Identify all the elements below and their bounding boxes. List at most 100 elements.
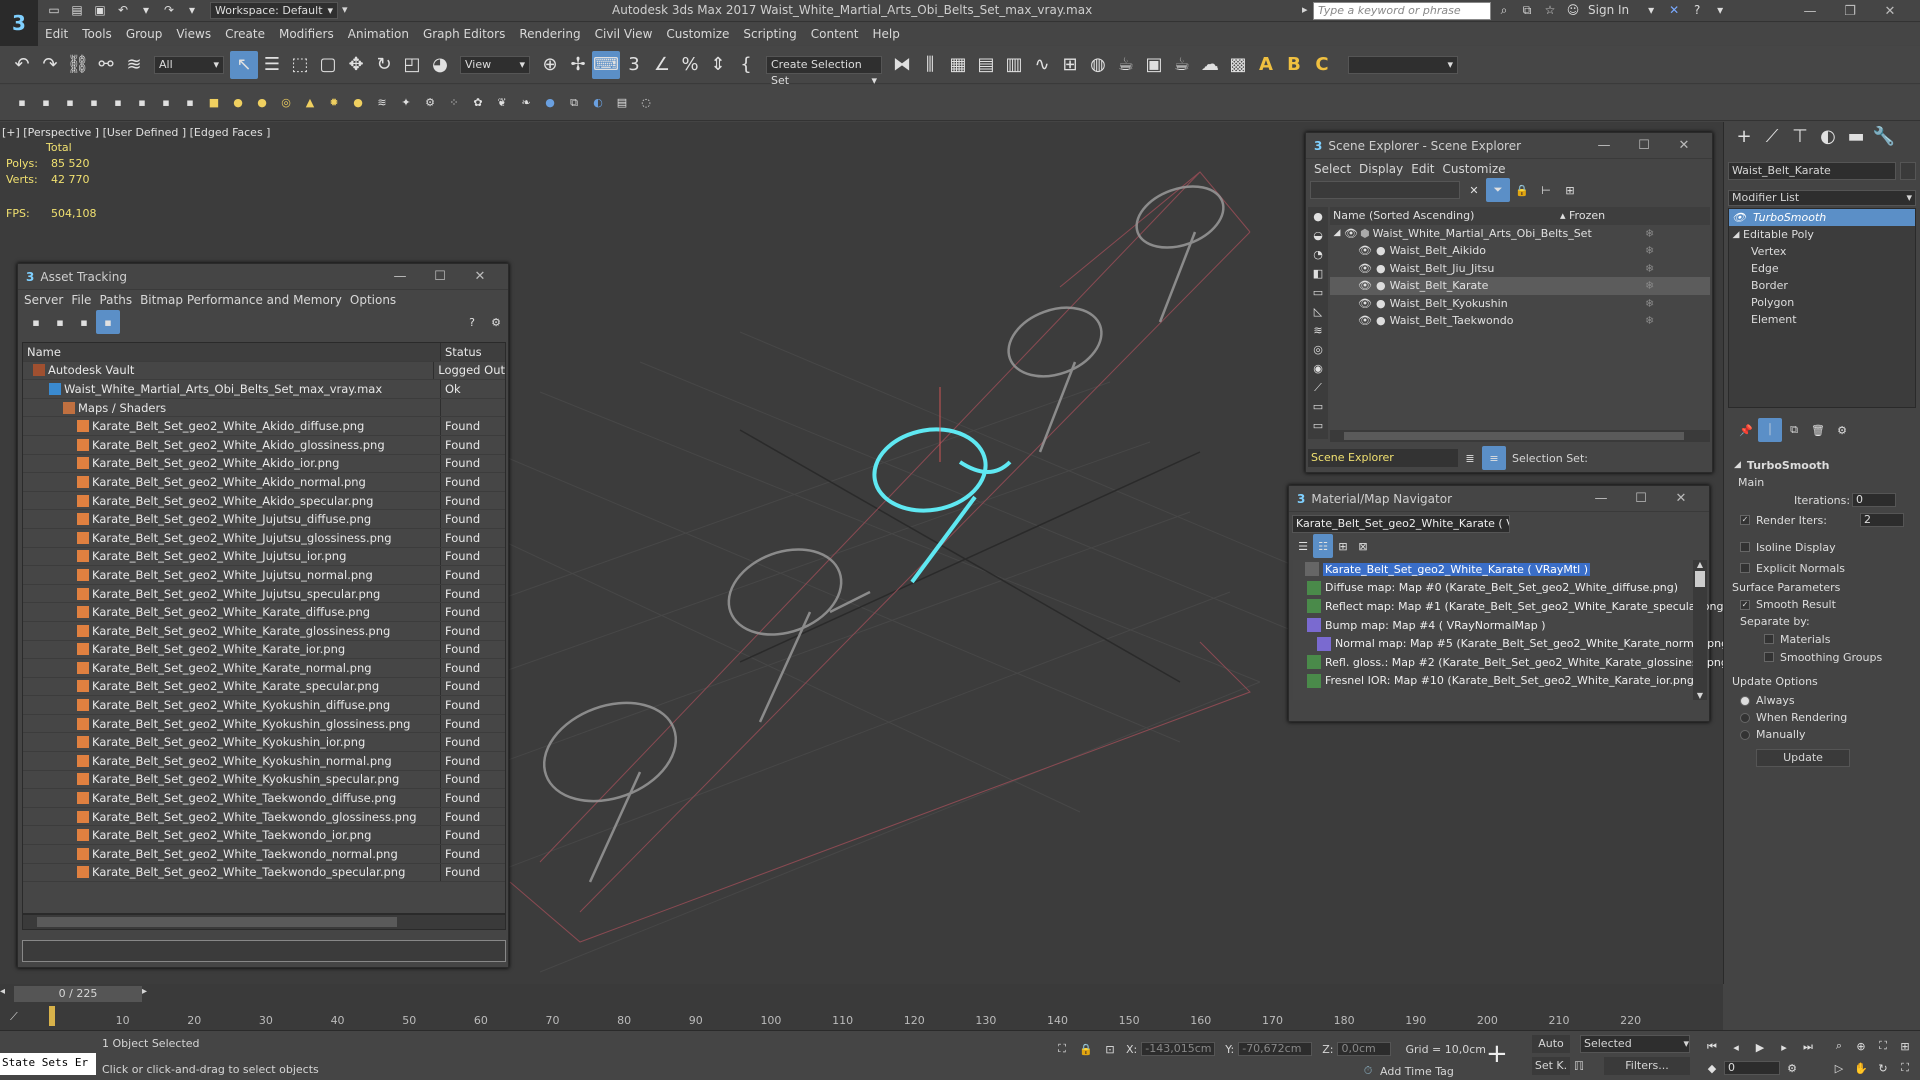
- close-icon[interactable]: ✕: [1661, 491, 1701, 506]
- close-icon[interactable]: ✕: [1870, 4, 1910, 19]
- spinner-snap-icon[interactable]: ⇕: [704, 51, 732, 79]
- expand-arrow-icon[interactable]: ◢: [1330, 228, 1344, 238]
- view-large-icons-icon[interactable]: ⊠: [1353, 534, 1373, 558]
- user-icon[interactable]: ☺: [1565, 3, 1581, 17]
- menu-customize[interactable]: Customize: [1443, 162, 1506, 176]
- modifier-list-dropdown[interactable]: Modifier List ▾: [1728, 190, 1916, 206]
- menu-create[interactable]: Create: [218, 23, 272, 45]
- vray-light-icon[interactable]: ◐: [586, 91, 610, 115]
- asset-row[interactable]: Karate_Belt_Set_geo2_White_Akido_diffuse…: [23, 417, 505, 436]
- vray-proxy-icon[interactable]: ⧉: [562, 91, 586, 115]
- stack-editable-poly[interactable]: ◢ Editable Poly: [1729, 226, 1915, 243]
- menu-group[interactable]: Group: [119, 23, 170, 45]
- filter-icon[interactable]: ⏷: [1486, 178, 1510, 202]
- isoline-checkbox[interactable]: [1740, 542, 1750, 552]
- menu-help[interactable]: Help: [866, 23, 907, 45]
- undo-dropdown-icon[interactable]: ▾: [138, 3, 154, 17]
- rotate-icon[interactable]: ↻: [370, 51, 398, 79]
- display-tab-icon[interactable]: ▬: [1842, 122, 1870, 150]
- help-dropdown-icon[interactable]: ▾: [1712, 3, 1728, 17]
- asset-row[interactable]: Karate_Belt_Set_geo2_White_Taekwondo_ior…: [23, 826, 505, 846]
- display-geometry-icon[interactable]: ◒: [1308, 226, 1328, 245]
- angle-snap-icon[interactable]: ∠: [648, 51, 676, 79]
- iterations-spinner[interactable]: 0: [1852, 493, 1896, 507]
- asset-row[interactable]: Karate_Belt_Set_geo2_White_Karate_specul…: [23, 677, 505, 697]
- menu-content[interactable]: Content: [804, 23, 866, 45]
- table-view-icon[interactable]: ▪: [96, 310, 120, 334]
- create-tab-icon[interactable]: +: [1730, 122, 1758, 150]
- asset-row[interactable]: Karate_Belt_Set_geo2_White_Akido_normal.…: [23, 473, 505, 492]
- menu-server[interactable]: Server: [24, 293, 63, 307]
- asset-row[interactable]: Karate_Belt_Set_geo2_White_Akido_glossin…: [23, 435, 505, 455]
- modify-tab-icon[interactable]: ⟋: [1758, 122, 1786, 150]
- menu-scripting[interactable]: Scripting: [736, 23, 803, 45]
- vray-help-icon[interactable]: ◌: [634, 91, 658, 115]
- zoom-extents-all-icon[interactable]: ⊞: [1894, 1035, 1916, 1057]
- mini-curve-editor-icon[interactable]: ⟋: [10, 1010, 18, 1024]
- menu-bitmap-performance[interactable]: Bitmap Performance and Memory: [140, 293, 342, 307]
- text-tool-a-icon[interactable]: A: [1252, 51, 1280, 79]
- configure-modifier-sets-icon[interactable]: ⚙: [1830, 418, 1854, 442]
- layer-stack-icon[interactable]: ≣: [1458, 446, 1482, 470]
- horizontal-scrollbar[interactable]: [22, 914, 506, 930]
- selection-lock-icon[interactable]: 🔒: [1074, 1037, 1098, 1061]
- asset-row[interactable]: Karate_Belt_Set_geo2_White_Taekwondo_spe…: [23, 863, 505, 883]
- redo-icon[interactable]: ↷: [36, 51, 64, 79]
- material-navigator-titlebar[interactable]: 3 Material/Map Navigator — ☐ ✕: [1289, 486, 1709, 512]
- menu-modifiers[interactable]: Modifiers: [272, 23, 341, 45]
- prev-frame-icon[interactable]: ◂: [0, 986, 14, 1002]
- smooth-result-checkbox[interactable]: ✓: [1740, 599, 1750, 610]
- auto-key-button[interactable]: Auto: [1532, 1035, 1570, 1053]
- scene-item-row[interactable]: 👁 ● Waist_Belt_Aikido ❄: [1330, 242, 1710, 260]
- remove-modifier-icon[interactable]: 🗑: [1806, 418, 1830, 442]
- minimize-icon[interactable]: —: [380, 269, 420, 284]
- map-row[interactable]: Normal map: Map #5 (Karate_Belt_Set_geo2…: [1293, 634, 1732, 653]
- asset-row[interactable]: Karate_Belt_Set_geo2_White_Akido_specula…: [23, 491, 505, 511]
- display-containers-icon[interactable]: ▭: [1308, 397, 1328, 416]
- asset-row[interactable]: Maps / Shaders: [23, 398, 505, 418]
- view-list-icon[interactable]: ☰: [1293, 534, 1313, 558]
- favorites-star-icon[interactable]: ☆: [1542, 3, 1558, 17]
- y-coordinate-field[interactable]: -70,672cm: [1238, 1042, 1313, 1056]
- current-frame-marker[interactable]: [49, 1006, 55, 1026]
- asset-row[interactable]: Karate_Belt_Set_geo2_White_Jujutsu_diffu…: [23, 510, 505, 529]
- scene-explorer-titlebar[interactable]: 3 Scene Explorer - Scene Explorer — ☐ ✕: [1306, 133, 1712, 159]
- asset-row[interactable]: Karate_Belt_Set_geo2_White_Akido_ior.png…: [23, 454, 505, 474]
- display-frozen-icon[interactable]: ▭: [1308, 416, 1328, 435]
- asset-row[interactable]: Karate_Belt_Set_geo2_White_Jujutsu_norma…: [23, 566, 505, 585]
- asset-row[interactable]: Karate_Belt_Set_geo2_White_Karate_ior.pn…: [23, 640, 505, 660]
- explicit-normals-checkbox[interactable]: [1740, 563, 1750, 573]
- system-icon[interactable]: ⚙: [418, 91, 442, 115]
- x-coordinate-field[interactable]: -143,015cm: [1141, 1042, 1216, 1056]
- zoom-icon[interactable]: ⌕: [1828, 1035, 1850, 1057]
- vray-sphere-icon[interactable]: ●: [538, 91, 562, 115]
- visibility-eye-icon[interactable]: 👁: [1344, 227, 1358, 240]
- menu-select[interactable]: Select: [1314, 162, 1351, 176]
- column-frozen-header[interactable]: ▴ Frozen: [1560, 209, 1605, 222]
- make-unique-icon[interactable]: ⧉: [1782, 418, 1806, 442]
- pan-icon[interactable]: ✋: [1850, 1057, 1872, 1079]
- shelf-tool-4-icon[interactable]: ▪: [82, 91, 106, 115]
- set-key-icon[interactable]: +: [1486, 1039, 1508, 1069]
- object-color-swatch[interactable]: [1900, 162, 1916, 180]
- frozen-snowflake-icon[interactable]: ❄: [1645, 314, 1654, 327]
- stack-border[interactable]: Border: [1729, 277, 1915, 294]
- shelf-tool-8-icon[interactable]: ▪: [178, 91, 202, 115]
- scrollbar-thumb[interactable]: [37, 917, 397, 927]
- minimize-icon[interactable]: —: [1790, 4, 1830, 19]
- qat-menu-icon[interactable]: ▾: [342, 3, 348, 16]
- close-icon[interactable]: ✕: [460, 269, 500, 284]
- render-setup-icon[interactable]: ☕: [1112, 51, 1140, 79]
- mirror-icon[interactable]: ⧓: [888, 51, 916, 79]
- find-field[interactable]: [1310, 181, 1460, 199]
- binoculars-icon[interactable]: ⌕: [1496, 3, 1512, 17]
- asset-row[interactable]: Karate_Belt_Set_geo2_White_Karate_diffus…: [23, 603, 505, 622]
- clear-find-icon[interactable]: ✕: [1462, 178, 1486, 202]
- curve-editor-icon[interactable]: ∿: [1028, 51, 1056, 79]
- asset-row[interactable]: Autodesk Vault Logged Out: [23, 361, 505, 381]
- selection-filter-dropdown[interactable]: All ▾: [154, 55, 224, 74]
- frozen-snowflake-icon[interactable]: ❄: [1645, 297, 1654, 310]
- motion-tab-icon[interactable]: ◐: [1814, 122, 1842, 150]
- window-crossing-icon[interactable]: ▢: [314, 51, 342, 79]
- render-in-cloud-icon[interactable]: ☁: [1196, 51, 1224, 79]
